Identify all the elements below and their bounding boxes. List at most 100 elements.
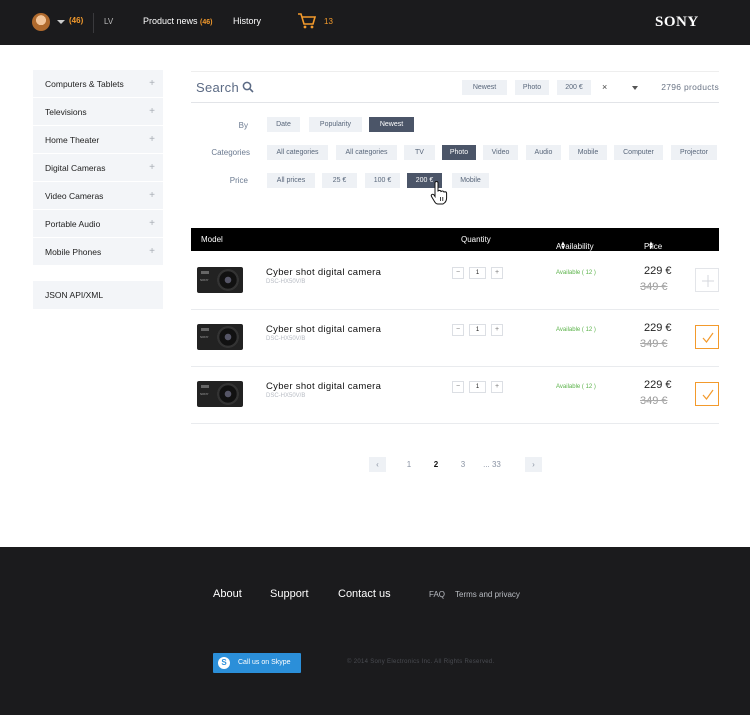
price-option-25[interactable]: 25 €: [322, 173, 357, 188]
sidebar-item-mobile-phones[interactable]: Mobile Phones +: [33, 238, 163, 266]
price-option-100[interactable]: 100 €: [365, 173, 400, 188]
sidebar-item-label: Portable Audio: [45, 219, 101, 229]
footer-link-faq[interactable]: FAQ: [429, 590, 445, 599]
camera-thumbnail[interactable]: SONY: [197, 267, 243, 293]
cart-icon[interactable]: [297, 12, 317, 30]
category-option-photo[interactable]: Photo: [442, 145, 476, 160]
product-code: DSC-HX50V/B: [266, 279, 306, 285]
footer-link-contact[interactable]: Contact us: [338, 588, 391, 600]
selected-checkbox[interactable]: [695, 325, 719, 349]
sort-icon[interactable]: ▲ ▼: [648, 241, 654, 251]
sort-icon[interactable]: ▲ ▼: [560, 241, 566, 251]
sidebar-item-home-theater[interactable]: Home Theater +: [33, 126, 163, 154]
site-footer: About Support Contact us FAQ Terms and p…: [0, 547, 750, 715]
sidebar-item-computers-tablets[interactable]: Computers & Tablets +: [33, 70, 163, 98]
current-price: 229 €: [644, 322, 672, 334]
nav-product-news-label: Product news: [143, 16, 198, 26]
active-filter-tag[interactable]: 200 €: [557, 80, 591, 95]
search-input[interactable]: Search: [196, 80, 239, 95]
pagination-next-button[interactable]: ›: [525, 457, 542, 472]
plus-icon: [702, 275, 714, 287]
active-filter-tag[interactable]: Newest: [462, 80, 507, 95]
product-count: 2796 products: [661, 82, 719, 92]
sony-logo[interactable]: SONY: [655, 14, 699, 31]
expand-plus-icon[interactable]: +: [149, 190, 155, 201]
availability-status: Available ( 12 ): [556, 384, 596, 390]
sort-by-label: By: [238, 121, 248, 130]
user-avatar[interactable]: [32, 13, 50, 31]
quantity-increase-button[interactable]: +: [491, 381, 503, 393]
sort-option-popularity[interactable]: Popularity: [309, 117, 362, 132]
expand-plus-icon[interactable]: +: [149, 218, 155, 229]
header-divider: [93, 13, 94, 33]
filter-dropdown-chevron-down-icon[interactable]: [632, 86, 638, 90]
expand-plus-icon[interactable]: +: [149, 78, 155, 89]
camera-thumbnail[interactable]: SONY: [197, 324, 243, 350]
sidebar-item-video-cameras[interactable]: Video Cameras +: [33, 182, 163, 210]
category-option-projector[interactable]: Projector: [671, 145, 717, 160]
language-switcher[interactable]: LV: [104, 17, 113, 26]
category-option-audio[interactable]: Audio: [526, 145, 561, 160]
product-name[interactable]: Cyber shot digital camera: [266, 381, 381, 392]
product-name[interactable]: Cyber shot digital camera: [266, 324, 381, 335]
nav-history[interactable]: History: [233, 16, 261, 26]
category-option-video[interactable]: Video: [483, 145, 518, 160]
quantity-decrease-button[interactable]: −: [452, 267, 464, 279]
category-option-tv[interactable]: TV: [404, 145, 435, 160]
expand-plus-icon[interactable]: +: [149, 134, 155, 145]
quantity-input[interactable]: 1: [469, 381, 486, 393]
user-menu-chevron-down-icon[interactable]: [57, 20, 65, 24]
json-api-link[interactable]: JSON API/XML: [33, 281, 163, 309]
expand-plus-icon[interactable]: +: [149, 246, 155, 257]
quantity-decrease-button[interactable]: −: [452, 381, 464, 393]
sort-option-newest[interactable]: Newest: [369, 117, 414, 132]
old-price: 349 €: [640, 338, 668, 350]
product-name[interactable]: Cyber shot digital camera: [266, 267, 381, 278]
product-table-header: Model Quantity Availability ▲ ▼ Price ▲ ▼: [191, 228, 719, 251]
sidebar-item-portable-audio[interactable]: Portable Audio +: [33, 210, 163, 238]
search-bar: Search Newest Photo 200 € × 2796 product…: [191, 71, 719, 103]
sort-option-date[interactable]: Date: [267, 117, 300, 132]
selected-checkbox[interactable]: [695, 382, 719, 406]
clear-filters-close-icon[interactable]: ×: [602, 82, 607, 92]
pagination-page[interactable]: 3: [456, 457, 470, 472]
pagination-page-last[interactable]: ... 33: [480, 457, 504, 472]
add-to-selection-button[interactable]: [695, 268, 719, 292]
category-option[interactable]: All categories: [336, 145, 397, 160]
cart-count: 13: [324, 17, 333, 26]
quantity-increase-button[interactable]: +: [491, 267, 503, 279]
hand-pointer-cursor-icon: [430, 181, 448, 205]
category-option[interactable]: All categories: [267, 145, 328, 160]
quantity-increase-button[interactable]: +: [491, 324, 503, 336]
availability-status: Available ( 12 ): [556, 327, 596, 333]
sidebar-item-televisions[interactable]: Televisions +: [33, 98, 163, 126]
pagination-page-current[interactable]: 2: [429, 457, 443, 472]
quantity-decrease-button[interactable]: −: [452, 324, 464, 336]
sidebar-item-label: Computers & Tablets: [45, 79, 124, 89]
skype-call-button[interactable]: S Call us on Skype: [213, 653, 301, 673]
expand-plus-icon[interactable]: +: [149, 106, 155, 117]
footer-link-about[interactable]: About: [213, 588, 242, 600]
camera-thumbnail[interactable]: SONY: [197, 381, 243, 407]
price-option-all[interactable]: All prices: [267, 173, 315, 188]
search-icon[interactable]: [242, 81, 254, 93]
active-filter-tag[interactable]: Photo: [515, 80, 549, 95]
user-notification-count: (46): [69, 16, 84, 25]
price-option-mobile[interactable]: Mobile: [452, 173, 489, 188]
category-sidebar: Computers & Tablets + Televisions + Home T…: [33, 70, 163, 266]
category-option-computer[interactable]: Computer: [614, 145, 663, 160]
sidebar-item-label: Digital Cameras: [45, 163, 106, 173]
table-row: SONY Cyber shot digital camera DSC-HX50V…: [191, 367, 719, 424]
category-option-mobile[interactable]: Mobile: [569, 145, 607, 160]
footer-link-terms[interactable]: Terms and privacy: [455, 590, 520, 599]
quantity-input[interactable]: 1: [469, 324, 486, 336]
footer-link-support[interactable]: Support: [270, 588, 309, 600]
quantity-input[interactable]: 1: [469, 267, 486, 279]
pagination-prev-button[interactable]: ‹: [369, 457, 386, 472]
expand-plus-icon[interactable]: +: [149, 162, 155, 173]
sidebar-item-label: Mobile Phones: [45, 247, 102, 257]
nav-product-news[interactable]: Product news (46): [143, 16, 213, 26]
old-price: 349 €: [640, 281, 668, 293]
sidebar-item-digital-cameras[interactable]: Digital Cameras +: [33, 154, 163, 182]
pagination-page[interactable]: 1: [402, 457, 416, 472]
